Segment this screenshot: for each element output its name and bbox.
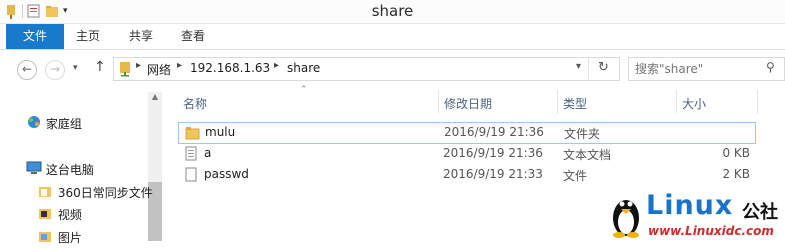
file-date: 2016/9/19 21:33 (443, 167, 543, 181)
file-size: 2 KB (722, 167, 750, 181)
column-header-type[interactable]: 类型 (563, 95, 587, 111)
pin-folder-icon[interactable] (4, 4, 18, 19)
address-bar[interactable]: ▸ 网络 ▸ 192.168.1.63 ▸ share ▾ ↻ (113, 57, 620, 81)
tab-home[interactable]: 主页 (76, 24, 100, 49)
linuxidc-watermark: Linux 公社 www.Linuxidc.com (610, 190, 785, 241)
nav-item-label: 图片 (57, 231, 82, 245)
nav-item-this-pc[interactable]: 这台电脑 (26, 161, 94, 179)
table-row[interactable]: mulu 2016/9/19 21:36 文件夹 (178, 122, 756, 144)
watermark-suffix: 公社 (742, 202, 778, 223)
forward-arrow-icon: → (49, 62, 61, 76)
sort-ascending-icon: ⌃ (300, 85, 308, 95)
column-header-size[interactable]: 大小 (682, 95, 706, 111)
folder-icon (185, 126, 200, 143)
nav-item-label: 这台电脑 (45, 163, 94, 177)
watermark-url: www.Linuxidc.com (648, 224, 774, 238)
file-name: a (204, 146, 212, 160)
address-divider (588, 58, 589, 80)
nav-item-homegroup[interactable]: 家庭组 (26, 115, 82, 133)
file-name: passwd (204, 167, 249, 181)
tux-penguin-icon (610, 192, 642, 241)
breadcrumb-network[interactable]: 网络 (147, 61, 171, 78)
column-divider[interactable] (757, 90, 758, 114)
file-type: 文件 (563, 169, 588, 183)
up-arrow-icon[interactable]: ↑ (94, 59, 106, 75)
new-folder-icon[interactable] (45, 4, 59, 18)
homegroup-icon (26, 115, 42, 134)
nav-item-label: 家庭组 (45, 117, 82, 131)
recent-locations-chevron-icon[interactable]: ▾ (73, 63, 78, 73)
nav-item-pictures[interactable]: 图片 (38, 229, 82, 247)
back-button[interactable]: ← (17, 60, 37, 80)
forward-button[interactable]: → (45, 60, 65, 80)
file-type: 文本文档 (563, 148, 612, 162)
file-date: 2016/9/19 21:36 (444, 125, 544, 139)
nav-scroll-up-icon[interactable]: ▲ (148, 92, 162, 104)
toolbar-divider (22, 4, 23, 18)
customize-toolbar-chevron-icon[interactable]: ▾ (63, 6, 68, 16)
window-title: share (371, 2, 414, 20)
address-row: ← → ▾ ↑ ▸ 网络 ▸ 192.168.1.63 ▸ share ▾ ↻ … (0, 52, 785, 86)
file-date: 2016/9/19 21:36 (443, 146, 543, 160)
file-type: 文件夹 (564, 127, 601, 141)
column-header-date[interactable]: 修改日期 (444, 95, 492, 111)
search-icon[interactable]: ⚲ (766, 60, 775, 74)
text-file-icon (185, 146, 197, 164)
network-share-icon (118, 61, 132, 80)
table-row[interactable]: a 2016/9/19 21:36 文本文档 0 KB (178, 144, 754, 164)
table-row[interactable]: passwd 2016/9/19 21:33 文件 2 KB (178, 165, 754, 185)
address-dropdown-chevron-icon[interactable]: ▾ (576, 61, 581, 72)
column-divider[interactable] (557, 90, 558, 114)
file-icon (185, 167, 197, 185)
file-size: 0 KB (722, 146, 750, 160)
column-divider[interactable] (676, 90, 677, 114)
nav-item-label: 360日常同步文件 (57, 186, 153, 200)
breadcrumb-share[interactable]: share (287, 61, 320, 75)
quick-access-toolbar: ▾ (4, 2, 68, 20)
refresh-icon[interactable]: ↻ (598, 60, 609, 75)
breadcrumb-separator-icon[interactable]: ▸ (177, 60, 182, 71)
tab-share[interactable]: 共享 (129, 24, 153, 49)
nav-item-videos[interactable]: 视频 (38, 206, 82, 224)
nav-item-360-sync[interactable]: 360日常同步文件 (38, 184, 153, 202)
breadcrumb-separator-icon[interactable]: ▸ (136, 60, 141, 71)
column-divider[interactable] (438, 90, 439, 114)
computer-icon (26, 161, 42, 180)
search-box[interactable]: ⚲ (628, 57, 785, 81)
search-input[interactable] (633, 60, 767, 78)
file-name: mulu (205, 125, 236, 139)
folder-icon (38, 184, 54, 203)
breadcrumb-separator-icon[interactable]: ▸ (274, 60, 279, 71)
tab-view[interactable]: 查看 (181, 24, 205, 49)
tab-file[interactable]: 文件 (6, 24, 64, 49)
column-header-name[interactable]: 名称 (183, 95, 207, 111)
breadcrumb-host[interactable]: 192.168.1.63 (190, 61, 270, 75)
picture-folder-icon (38, 229, 54, 248)
ribbon-tabs: 文件 主页 共享 查看 (0, 24, 785, 50)
video-folder-icon (38, 206, 54, 225)
watermark-brand: Linux (646, 190, 734, 221)
nav-item-label: 视频 (57, 208, 82, 222)
back-arrow-icon: ← (21, 62, 33, 76)
properties-icon[interactable] (27, 4, 41, 18)
